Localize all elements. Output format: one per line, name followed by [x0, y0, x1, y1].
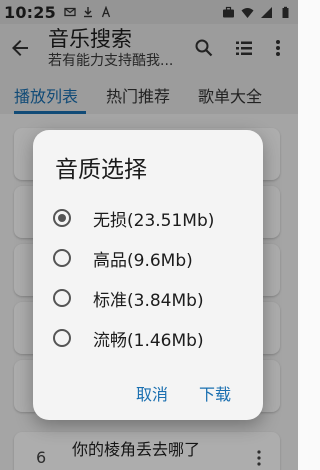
option-label: 流畅(1.46Mb) — [93, 330, 204, 351]
download-button[interactable]: 下载 — [199, 381, 231, 405]
cancel-button[interactable]: 取消 — [136, 381, 168, 405]
option-label: 标准(3.84Mb) — [93, 290, 204, 311]
option-label: 无损(23.51Mb) — [93, 210, 215, 231]
radio-button[interactable] — [53, 289, 71, 307]
quality-option-smooth[interactable]: 流畅(1.46Mb) — [53, 324, 204, 352]
radio-button[interactable] — [53, 329, 71, 347]
radio-button[interactable] — [53, 249, 71, 267]
quality-option-standard[interactable]: 标准(3.84Mb) — [53, 284, 204, 312]
quality-select-dialog: 音质选择 无损(23.51Mb) 高品(9.6Mb) 标准(3.84Mb) 流畅… — [33, 130, 263, 420]
dialog-title: 音质选择 — [55, 157, 147, 183]
quality-option-lossless[interactable]: 无损(23.51Mb) — [53, 204, 214, 232]
option-label: 高品(9.6Mb) — [93, 250, 193, 271]
quality-option-high[interactable]: 高品(9.6Mb) — [53, 244, 193, 272]
radio-button[interactable] — [53, 209, 71, 227]
